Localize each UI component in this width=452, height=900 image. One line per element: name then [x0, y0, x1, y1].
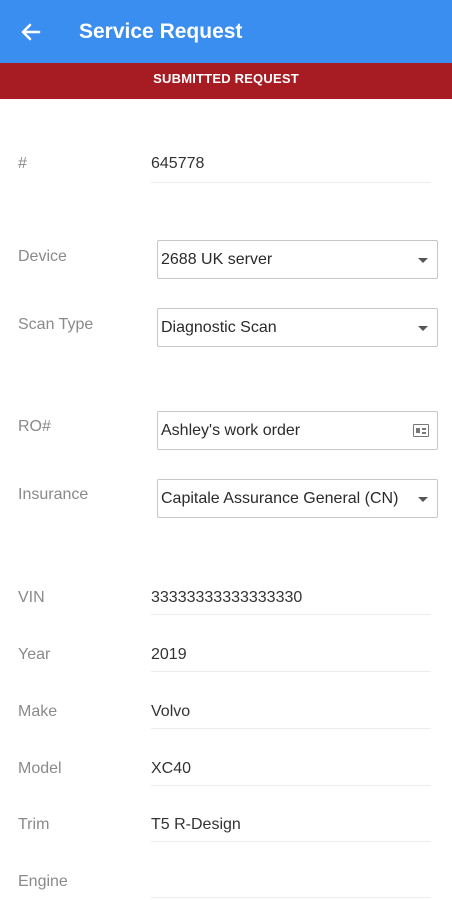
- dropdown-caret-icon: [418, 326, 428, 331]
- trim-divider: [151, 841, 431, 842]
- vin-label: VIN: [18, 589, 45, 606]
- insurance-select-value: Capitale Assurance General (CN): [161, 490, 399, 507]
- page-title: Service Request: [79, 20, 243, 43]
- scan-type-select[interactable]: Diagnostic Scan: [157, 308, 438, 347]
- make-label: Make: [18, 703, 58, 720]
- app-bar: Service Request: [0, 0, 452, 63]
- insurance-select[interactable]: Capitale Assurance General (CN): [157, 479, 438, 518]
- device-select[interactable]: 2688 UK server: [157, 240, 438, 279]
- ro-label: RO#: [18, 418, 51, 435]
- vin-divider: [151, 614, 431, 615]
- engine-divider: [151, 897, 431, 898]
- make-value: Volvo: [151, 703, 191, 720]
- year-divider: [151, 671, 431, 672]
- engine-label: Engine: [18, 873, 68, 890]
- model-value: XC40: [151, 760, 192, 777]
- year-label: Year: [18, 646, 51, 663]
- scan-type-select-value: Diagnostic Scan: [161, 319, 277, 336]
- trim-label: Trim: [18, 816, 50, 833]
- request-number-value: 645778: [151, 155, 205, 172]
- year-value: 2019: [151, 646, 187, 663]
- scan-type-label: Scan Type: [18, 316, 94, 333]
- ro-input[interactable]: Ashley's work order: [157, 411, 438, 450]
- request-number-divider: [151, 182, 431, 183]
- back-button[interactable]: [16, 17, 46, 47]
- vin-value: 33333333333333330: [151, 589, 303, 606]
- id-card-icon[interactable]: [413, 424, 429, 437]
- request-number-label: #: [18, 155, 27, 172]
- device-select-value: 2688 UK server: [161, 251, 273, 268]
- arrow-left-icon: [21, 23, 41, 41]
- status-banner: SUBMITTED REQUEST: [0, 63, 452, 99]
- model-label: Model: [18, 760, 62, 777]
- ro-input-value: Ashley's work order: [161, 422, 301, 439]
- insurance-label: Insurance: [18, 486, 89, 503]
- dropdown-caret-icon: [418, 258, 428, 263]
- trim-value: T5 R-Design: [151, 816, 241, 833]
- dropdown-caret-icon: [418, 497, 428, 502]
- device-label: Device: [18, 248, 67, 265]
- model-divider: [151, 785, 431, 786]
- make-divider: [151, 728, 431, 729]
